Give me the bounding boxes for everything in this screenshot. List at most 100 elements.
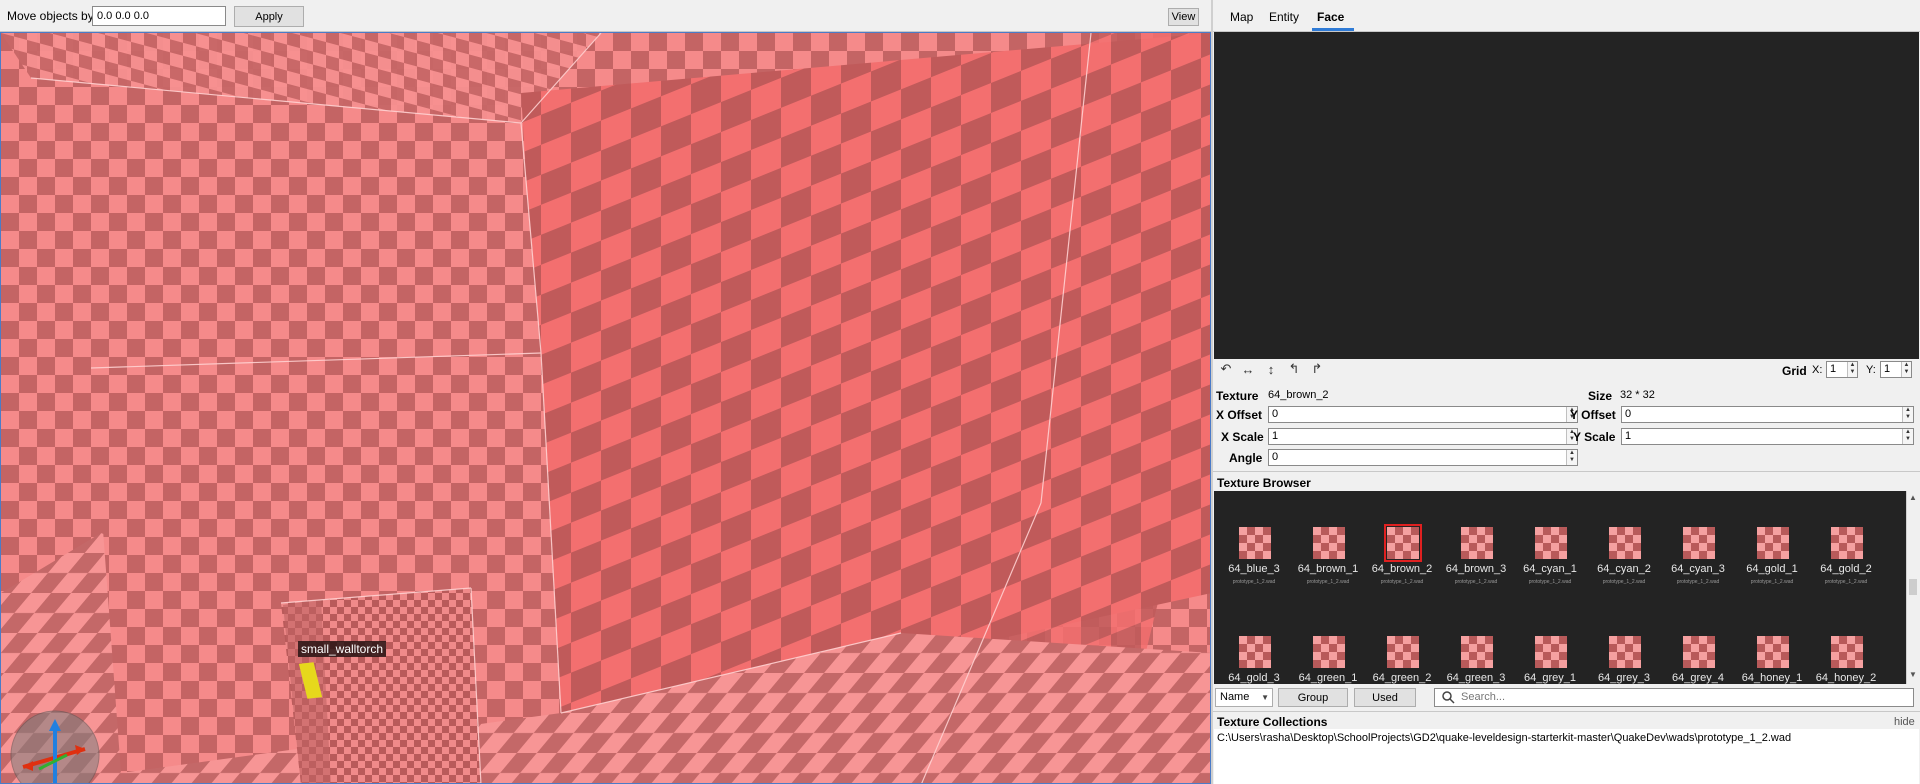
texture-name: 64_grey_4 [1672,672,1724,684]
inspector-pane: Map Entity Face ↶ ↔ ↕ ↰ ↱ Grid X: 1 ▲ ▼ Y:… [1213,0,1920,784]
texture-thumbnail [1461,636,1493,668]
y-offset-field[interactable]: 0 ▲ ▼ [1621,406,1914,423]
texture-item[interactable]: 64_gold_3 [1217,636,1291,684]
grid-x-label: X: [1812,364,1823,376]
texture-item[interactable]: 64_green_1 [1291,636,1365,684]
texture-name: 64_green_3 [1446,672,1506,684]
texture-grid: 64_blue_3 prototype_1_2.wad 64_brown_1 prot… [1214,491,1906,684]
grid-label: Grid [1782,364,1807,378]
texture-thumbnail [1683,636,1715,668]
texture-thumbnail [1535,636,1567,668]
rotate-ccw-icon[interactable]: ↶ [1217,361,1235,377]
axis-gizmo-icon [10,710,100,783]
y-offset-value: 0 [1625,408,1632,420]
texture-item[interactable]: 64_brown_1 prototype_1_2.wad [1291,527,1365,617]
texture-item[interactable]: 64_gold_1 prototype_1_2.wad [1735,527,1809,617]
x-scale-field[interactable]: 1 ▲ ▼ [1268,428,1578,445]
uv-editor-view[interactable] [1214,32,1919,359]
x-offset-label: X Offset [1216,408,1263,422]
texture-item[interactable]: 64_gold_2 prototype_1_2.wad [1809,527,1883,617]
texture-item[interactable]: 64_honey_2 [1809,636,1883,684]
grid-x-value: 1 [1830,363,1837,375]
texture-wad-name: prototype_1_2.wad [1676,579,1720,585]
group-button[interactable]: Group [1278,688,1348,707]
texture-thumbnail [1609,527,1641,559]
map-editor-pane: Move objects by Apply View [0,0,1211,784]
scroll-up-icon[interactable]: ▲ [1907,493,1919,505]
texture-thumbnail [1461,527,1493,559]
grid-y-stepper[interactable]: 1 ▲ ▼ [1880,361,1912,378]
texture-name: 64_gold_1 [1746,563,1798,575]
used-button[interactable]: Used [1354,688,1416,707]
texture-name: 64_brown_1 [1297,563,1359,575]
texture-item[interactable]: 64_brown_2 prototype_1_2.wad [1365,524,1439,617]
scene-render [1,33,1210,783]
texture-name: 64_grey_3 [1598,672,1650,684]
active-tab-indicator [1312,28,1354,31]
texture-thumbnail [1535,527,1567,559]
texture-thumbnail [1831,636,1863,668]
texture-name: 64_green_2 [1372,672,1432,684]
grid-x-stepper[interactable]: 1 ▲ ▼ [1826,361,1858,378]
texture-name: 64_green_1 [1298,672,1358,684]
texture-thumbnail [1239,636,1271,668]
texture-value: 64_brown_2 [1268,389,1329,401]
hide-link[interactable]: hide [1894,716,1915,728]
texture-item[interactable]: 64_brown_3 prototype_1_2.wad [1439,527,1513,617]
texture-thumbnail [1831,527,1863,559]
texture-item[interactable]: 64_cyan_1 prototype_1_2.wad [1513,527,1587,617]
x-offset-value: 0 [1272,408,1279,420]
x-offset-field[interactable]: 0 ▲ ▼ [1268,406,1578,423]
angle-field[interactable]: 0 ▲ ▼ [1268,449,1578,466]
move-objects-input[interactable] [92,6,226,26]
sort-select[interactable]: Name ▼ [1215,688,1273,707]
texture-name: 64_grey_1 [1524,672,1576,684]
collection-item[interactable]: C:\Users\rasha\Desktop\SchoolProjects\GD… [1217,732,1916,744]
view-button[interactable]: View [1168,8,1199,26]
divider [1213,711,1920,712]
texture-item[interactable]: 64_grey_3 [1587,636,1661,684]
uv-toolbar: ↶ ↔ ↕ ↰ ↱ Grid X: 1 ▲ ▼ Y: 1 ▲ ▼ [1213,359,1920,380]
viewport-toolbar: Move objects by Apply View [0,0,1211,32]
texture-item[interactable]: 64_honey_1 [1735,636,1809,684]
texture-item[interactable]: 64_cyan_3 prototype_1_2.wad [1661,527,1735,617]
texture-thumbnail [1609,636,1641,668]
texture-item[interactable]: 64_green_2 [1365,636,1439,684]
texture-item[interactable]: 64_grey_1 [1513,636,1587,684]
texture-thumbnail [1239,527,1271,559]
search-input[interactable]: Search... [1434,688,1914,707]
texture-item[interactable]: 64_green_3 [1439,636,1513,684]
tab-map[interactable]: Map [1230,10,1253,24]
texture-name: 64_honey_1 [1741,672,1803,684]
rotate-left-icon[interactable]: ↰ [1285,361,1303,377]
texture-thumbnail [1384,524,1422,562]
3d-viewport[interactable]: small_walltorch [0,32,1211,784]
rotate-right-icon[interactable]: ↱ [1308,361,1326,377]
tab-face[interactable]: Face [1317,10,1344,24]
y-scale-field[interactable]: 1 ▲ ▼ [1621,428,1914,445]
size-value: 32 * 32 [1620,389,1655,401]
texture-thumbnail [1313,527,1345,559]
x-scale-label: X Scale [1221,430,1264,444]
apply-button[interactable]: Apply [234,6,304,27]
flip-vertical-icon[interactable]: ↕ [1262,361,1280,377]
texture-item[interactable]: 64_blue_3 prototype_1_2.wad [1217,527,1291,617]
texture-name: 64_cyan_2 [1597,563,1651,575]
texture-wad-name: prototype_1_2.wad [1232,579,1276,585]
texture-name: 64_gold_3 [1228,672,1280,684]
flip-horizontal-icon[interactable]: ↔ [1239,361,1257,377]
face-properties: Texture 64_brown_2 Size 32 * 32 X Offset… [1213,382,1920,468]
y-scale-label: Y Scale [1573,430,1616,444]
texture-collections-list: C:\Users\rasha\Desktop\SchoolProjects\GD… [1214,729,1919,784]
texture-name: 64_honey_2 [1815,672,1877,684]
tab-entity[interactable]: Entity [1269,10,1299,24]
texture-item[interactable]: 64_grey_4 [1661,636,1735,684]
scroll-down-icon[interactable]: ▼ [1907,670,1919,682]
scroll-thumb[interactable] [1909,579,1917,595]
texture-item[interactable]: 64_cyan_2 prototype_1_2.wad [1587,527,1661,617]
texture-scrollbar[interactable]: ▲ ▼ [1906,491,1919,684]
texture-collections-title: Texture Collections [1217,715,1328,729]
texture-label: Texture [1216,389,1259,403]
texture-wad-name: prototype_1_2.wad [1380,579,1424,585]
texture-wad-name: prototype_1_2.wad [1824,579,1868,585]
